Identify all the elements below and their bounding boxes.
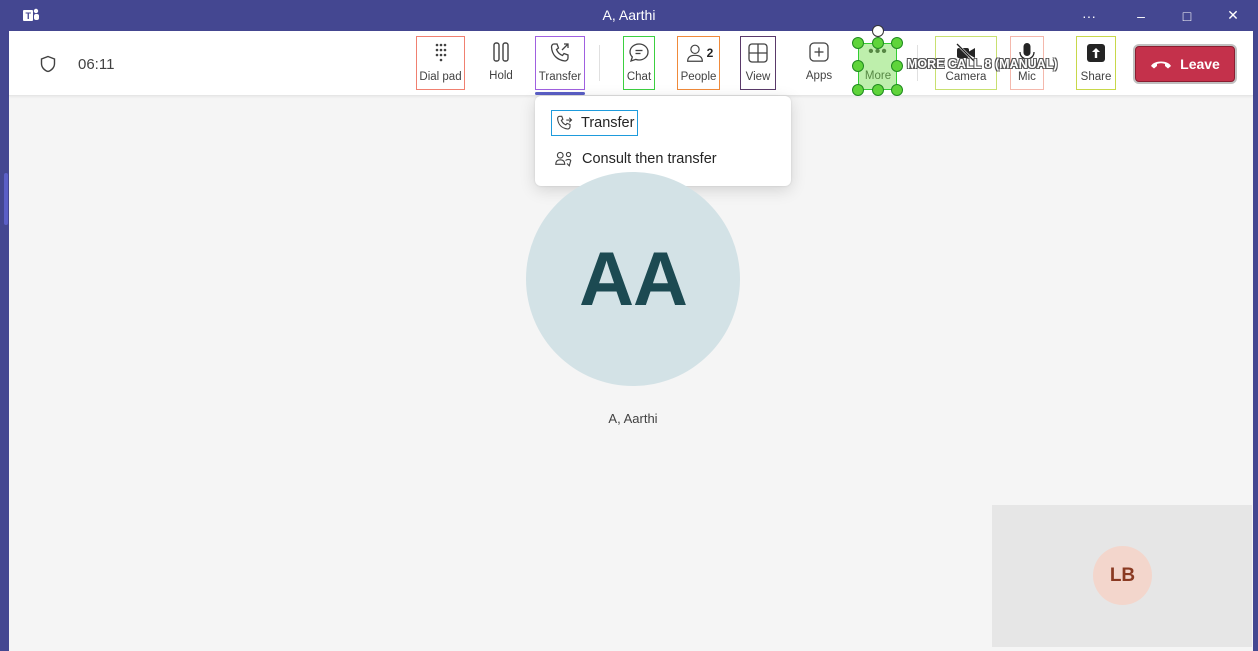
view-button[interactable]: View [740, 36, 776, 90]
dialpad-button[interactable]: Dial pad [416, 36, 465, 90]
apps-label: Apps [805, 70, 833, 82]
add-apps-icon [809, 42, 829, 62]
share-label: Share [1080, 71, 1112, 83]
apps-button[interactable]: Apps [801, 36, 837, 90]
people-count: 2 [706, 46, 714, 60]
transfer-label: Transfer [538, 71, 582, 83]
share-button[interactable]: Share [1076, 36, 1116, 90]
annotation-handle [891, 37, 903, 49]
dialpad-label: Dial pad [419, 71, 462, 83]
people-icon-wrap: 2 [682, 41, 716, 65]
chat-label: Chat [626, 71, 652, 83]
hold-button[interactable]: Hold [483, 36, 519, 90]
grid-view-icon [748, 43, 768, 63]
phone-transfer-icon [557, 115, 573, 130]
people-button[interactable]: 2 People [677, 36, 720, 90]
minimize-button[interactable]: – [1118, 0, 1164, 31]
menu-item-label: Transfer [581, 115, 635, 131]
close-button[interactable]: ✕ [1210, 0, 1256, 31]
annotation-handle [872, 37, 884, 49]
annotation-label: MORE CALL 8 (MANUAL) [907, 57, 1058, 71]
leave-button[interactable]: Leave [1135, 46, 1235, 82]
participant-avatar: AA [526, 172, 740, 386]
annotation-handle [872, 84, 884, 96]
chat-icon [629, 43, 649, 63]
menu-item-transfer[interactable]: Transfer [551, 110, 639, 136]
view-label: View [745, 71, 771, 83]
transfer-active-indicator [535, 92, 585, 95]
people-consult-icon [555, 151, 572, 167]
left-accent-bar [4, 173, 8, 225]
people-icon [686, 44, 703, 62]
transfer-menu: Transfer Consult then transfer [535, 96, 791, 186]
transfer-button[interactable]: Transfer [535, 36, 585, 90]
annotation-handle [852, 37, 864, 49]
menu-item-label: Consult then transfer [582, 151, 717, 167]
hang-up-icon [1151, 61, 1172, 69]
annotation-handle [852, 60, 864, 72]
participant-name: A, Aarthi [608, 411, 658, 426]
shield-icon [40, 55, 56, 73]
window-frame-right [1253, 31, 1258, 651]
window-frame-left [0, 31, 9, 651]
annotation-handle [852, 84, 864, 96]
share-screen-icon [1087, 44, 1105, 62]
annotation-handle [891, 60, 903, 72]
mic-label: Mic [1018, 71, 1036, 83]
menu-item-consult-transfer[interactable]: Consult then transfer [551, 146, 720, 172]
phone-transfer-icon [550, 43, 569, 62]
people-label: People [680, 71, 717, 83]
annotation-rotate-handle [872, 25, 884, 37]
leave-label: Leave [1180, 56, 1220, 72]
toolbar-divider [599, 45, 600, 81]
call-timer: 06:11 [78, 56, 115, 73]
annotation-handle [891, 84, 903, 96]
hold-label: Hold [489, 70, 513, 82]
camera-label: Camera [945, 71, 987, 83]
pause-icon [493, 42, 509, 62]
chat-button[interactable]: Chat [623, 36, 655, 90]
call-toolbar: 06:11 Dial pad Hold Transfer Chat 2 Peop… [9, 31, 1253, 96]
self-avatar: LB [1093, 546, 1152, 605]
maximize-button[interactable]: □ [1164, 0, 1210, 31]
title-bar: T A, Aarthi ··· – □ ✕ [0, 0, 1258, 31]
dialpad-icon [435, 43, 446, 62]
window-more-button[interactable]: ··· [1066, 0, 1112, 31]
